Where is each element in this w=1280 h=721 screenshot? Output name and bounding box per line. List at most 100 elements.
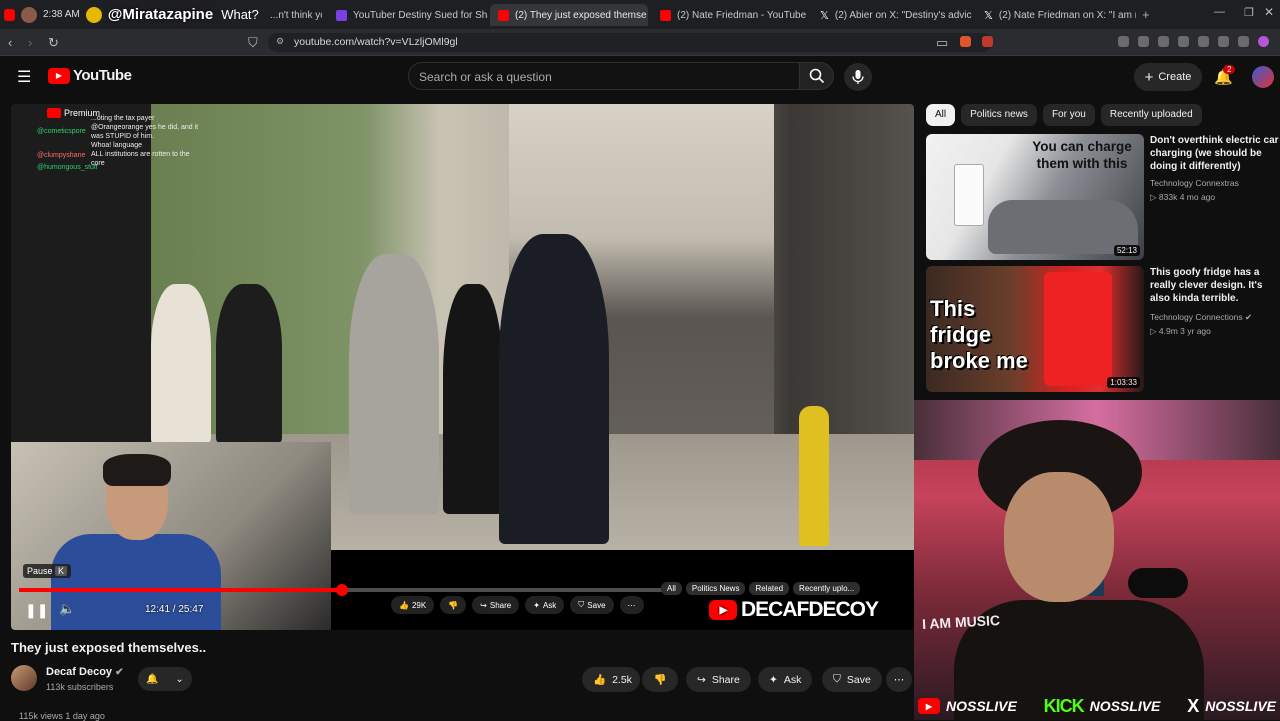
rewards-icon[interactable] xyxy=(982,36,993,47)
youtube-logo[interactable]: ▶ YouTube xyxy=(48,67,132,84)
like-button[interactable]: 👍 2.5k xyxy=(582,667,640,692)
url-text: youtube.com/watch?v=VLzljOMl9gl xyxy=(294,36,458,48)
sidebar-icon[interactable] xyxy=(1178,36,1189,47)
save-button[interactable]: ⛉ Save xyxy=(822,667,882,692)
ask-button[interactable]: ✦ Ask xyxy=(758,667,813,692)
progress-scrubber[interactable] xyxy=(336,584,349,596)
bookmark-icon[interactable]: ⛉ xyxy=(248,35,258,51)
overlay-clock: 2:38 AM xyxy=(43,9,80,20)
wallet-icon[interactable] xyxy=(1198,36,1209,47)
time-display: 12:41 / 25:47 xyxy=(145,604,204,615)
chip-recently-uploaded[interactable]: Recently uploaded xyxy=(1100,104,1202,126)
inner-more-button: ⋯ xyxy=(619,596,644,614)
recommendation-thumbnail[interactable]: This fridge broke me 1:03:33 xyxy=(926,266,1144,392)
pause-tooltip-label: Pause xyxy=(27,566,53,576)
x-favicon-icon: 𝕏 xyxy=(820,9,829,22)
create-button[interactable]: + Create xyxy=(1134,63,1202,91)
video-title: They just exposed themselves.. xyxy=(11,640,207,655)
back-icon[interactable]: ‹ xyxy=(8,35,12,50)
youtube-header: ☰ ▶ YouTube Search or ask a question + Cr… xyxy=(0,56,1280,98)
search-button[interactable] xyxy=(800,62,834,90)
new-tab-icon[interactable]: + xyxy=(1142,7,1150,22)
music-icon[interactable] xyxy=(1158,36,1169,47)
tab-favicon-icon xyxy=(336,9,347,21)
close-window-icon[interactable]: ✕ xyxy=(1264,5,1274,19)
search-input[interactable]: Search or ask a question xyxy=(408,62,800,90)
tab-1[interactable]: YouTuber Destiny Sued for Sharing xyxy=(328,4,488,26)
forward-icon[interactable]: › xyxy=(28,35,32,50)
social-x: X NOSSLIVE xyxy=(1187,696,1276,717)
progress-fill xyxy=(19,588,343,592)
social-youtube: ▶ NOSSLIVE xyxy=(918,698,1017,714)
fridge-graphic xyxy=(1044,272,1112,386)
youtube-play-icon: ▶ xyxy=(48,67,70,84)
share-button[interactable]: ↪ Share xyxy=(686,667,751,692)
recommendation-card[interactable]: This fridge broke me 1:03:33 This goofy … xyxy=(926,266,1280,394)
tab-2[interactable]: (2) They just exposed themse✕ xyxy=(490,4,648,26)
chat-name: @clumpyshane xyxy=(37,152,86,159)
x-favicon-icon: 𝕏 xyxy=(984,9,993,22)
microphone-graphic xyxy=(1128,568,1188,598)
outlet-graphic xyxy=(954,164,984,226)
recommendation-channel-text: Technology Connections xyxy=(1150,312,1243,322)
person-figure xyxy=(443,284,503,514)
cast-icon[interactable]: ▭ xyxy=(936,35,948,51)
minimize-icon[interactable]: — xyxy=(1214,6,1225,18)
youtube-icon: ▶ xyxy=(918,698,940,714)
subscriber-count: 113k subscribers xyxy=(46,682,114,692)
tab-label: (2) Nate Friedman on X: "I am relea xyxy=(998,9,1136,21)
volume-icon[interactable]: 🔈 xyxy=(59,601,75,617)
restore-icon[interactable]: ❐ xyxy=(1244,6,1254,19)
inner-filter-chips: All Politics News Related Recently uplo.… xyxy=(661,582,861,595)
inner-likes: 29K xyxy=(411,600,427,610)
reload-icon[interactable]: ↻ xyxy=(48,35,59,51)
tab-0[interactable]: ...n't think you xyxy=(262,4,322,26)
inner-share-label: Share xyxy=(489,600,512,610)
menu-icon[interactable]: ☰ xyxy=(17,67,31,87)
vpn-icon[interactable] xyxy=(1218,36,1229,47)
social-handle: NOSSLIVE xyxy=(1205,698,1276,714)
recommendation-title: Don't overthink electric car charging (w… xyxy=(1150,135,1279,172)
recommendation-card[interactable]: You can charge them with this 52:13 Don'… xyxy=(926,134,1280,262)
tab-4[interactable]: 𝕏 (2) Abier on X: "Destiny's advice to xyxy=(812,4,972,26)
verified-icon: ✔ xyxy=(115,667,124,678)
chip-politics-news[interactable]: Politics news xyxy=(961,104,1037,126)
chip-for-you[interactable]: For you xyxy=(1042,104,1095,126)
pause-icon[interactable]: ❚❚ xyxy=(25,602,48,619)
channel-name[interactable]: Decaf Decoy ✔ xyxy=(46,666,124,678)
site-info-icon[interactable]: ⚙ xyxy=(276,36,284,47)
chip-all[interactable]: All xyxy=(926,104,956,126)
progress-bar[interactable] xyxy=(19,584,679,596)
account-avatar[interactable] xyxy=(1252,66,1274,88)
channel-watermark: ▶ DECAFDECOY xyxy=(709,598,879,622)
filter-chips: All Politics news For you Recently uploa… xyxy=(926,104,1202,126)
subscribed-bell-button[interactable]: 🔔 ⌄ xyxy=(138,667,192,691)
duration-badge: 1:03:33 xyxy=(1107,377,1140,388)
shield-icon[interactable] xyxy=(1238,36,1249,47)
tab-5[interactable]: 𝕏 (2) Nate Friedman on X: "I am relea xyxy=(976,4,1136,26)
social-handle: NOSSLIVE xyxy=(946,698,1017,714)
pause-key: K xyxy=(55,566,68,576)
voice-search-button[interactable] xyxy=(844,63,872,91)
more-actions-button[interactable]: ⋯ xyxy=(886,667,912,692)
video-player[interactable]: Premium @cometicspore @clumpyshane @humo… xyxy=(11,104,914,630)
recommendation-meta-text: 833k 4 mo ago xyxy=(1158,192,1216,202)
channel-avatar[interactable] xyxy=(11,665,37,691)
puzzle-icon[interactable] xyxy=(1138,36,1149,47)
recommendation-meta: ▷ 833k 4 mo ago xyxy=(1150,192,1215,203)
url-field[interactable]: ⚙ youtube.com/watch?v=VLzljOMl9gl xyxy=(268,33,992,52)
dislike-button[interactable]: 👎 xyxy=(642,667,678,692)
kick-logo: KICK xyxy=(1043,695,1085,716)
duration-badge: 52:13 xyxy=(1113,245,1140,256)
recommendation-thumbnail[interactable]: You can charge them with this 52:13 xyxy=(926,134,1144,260)
microphone-icon xyxy=(852,70,864,84)
profile-icon[interactable] xyxy=(1258,36,1269,47)
brave-shield-icon[interactable] xyxy=(960,36,971,47)
sparkle-icon: ✦ xyxy=(533,600,540,610)
person-figure xyxy=(499,234,609,544)
save-label: Save xyxy=(846,673,871,686)
thumbnail-text: You can charge them with this xyxy=(1032,139,1132,171)
extension-icon[interactable] xyxy=(1118,36,1129,47)
tab-3[interactable]: (2) Nate Friedman - YouTube xyxy=(652,4,810,26)
streamer-hair xyxy=(103,454,171,486)
